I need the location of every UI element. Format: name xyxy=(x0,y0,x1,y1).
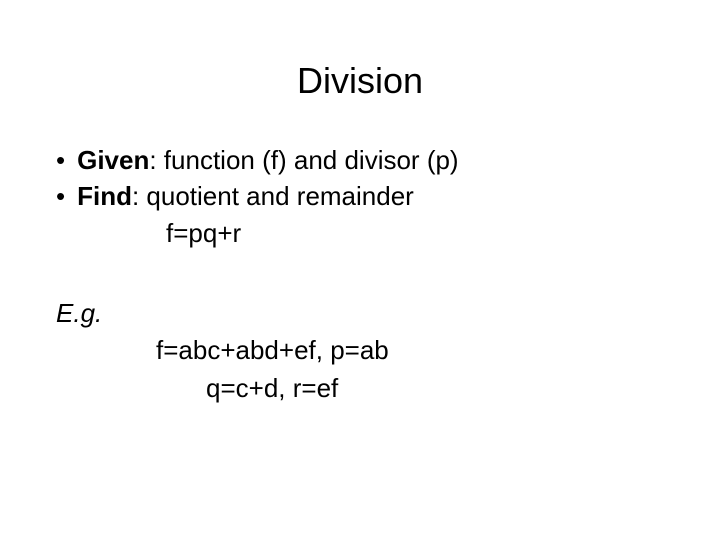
slide: Division • Given: function (f) and divis… xyxy=(0,60,720,540)
bullet-text: Find: quotient and remainder xyxy=(77,180,414,214)
bullet-label: Given xyxy=(77,145,149,175)
eg-label-line: E.g. xyxy=(56,297,680,331)
bullet-find: • Find: quotient and remainder xyxy=(56,180,680,214)
equation-line: f=pq+r xyxy=(56,216,680,251)
example-line-2: q=c+d, r=ef xyxy=(56,370,680,408)
slide-title: Division xyxy=(0,60,720,102)
bullet-label: Find xyxy=(77,181,132,211)
bullet-rest: : quotient and remainder xyxy=(132,181,414,211)
bullet-given: • Given: function (f) and divisor (p) xyxy=(56,144,680,178)
bullet-mark: • xyxy=(56,144,65,178)
slide-content: • Given: function (f) and divisor (p) • … xyxy=(0,144,720,408)
example-line-1: f=abc+abd+ef, p=ab xyxy=(56,332,680,370)
eg-label: E.g. xyxy=(56,297,102,331)
bullet-mark: • xyxy=(56,180,65,214)
bullet-rest: : function (f) and divisor (p) xyxy=(149,145,458,175)
bullet-text: Given: function (f) and divisor (p) xyxy=(77,144,458,178)
